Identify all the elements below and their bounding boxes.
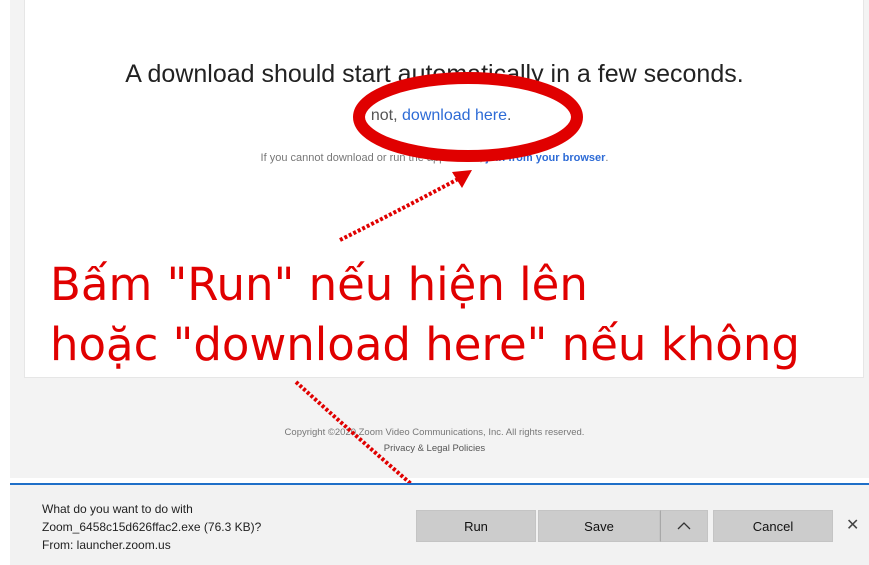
cancel-button[interactable]: Cancel [713, 510, 833, 542]
annotation-line-1: Bấm "Run" nếu hiện lên [50, 258, 588, 311]
download-bar: What do you want to do with Zoom_6458c15… [10, 483, 869, 565]
download-here-link[interactable]: download here [402, 107, 507, 124]
download-source: From: launcher.zoom.us [42, 538, 171, 552]
download-here-prefix: If not, [357, 107, 403, 124]
download-filename: Zoom_6458c15d626ffac2.exe (76.3 KB)? [42, 520, 262, 534]
chevron-up-icon [677, 522, 691, 530]
save-options-button[interactable] [660, 510, 708, 542]
download-question: What do you want to do with [42, 502, 193, 516]
page-headline: A download should start automatically in… [125, 60, 744, 88]
browser-join-prefix: If you cannot download or run the applic… [260, 152, 486, 164]
copyright-text: Copyright ©2020 Zoom Video Communication… [284, 427, 585, 438]
join-from-browser-link[interactable]: join from your browser [486, 152, 606, 164]
run-button[interactable]: Run [416, 510, 536, 542]
browser-join-suffix: . [605, 152, 609, 164]
download-here-line: If not, download here. [0, 107, 869, 125]
privacy-legal-link[interactable]: Privacy & Legal Policies [0, 443, 869, 454]
close-icon[interactable]: ✕ [846, 515, 859, 535]
browser-join-line: If you cannot download or run the applic… [0, 152, 869, 164]
save-button[interactable]: Save [538, 510, 660, 542]
download-prompt: What do you want to do with Zoom_6458c15… [42, 500, 261, 554]
annotation-line-2: hoặc "download here" nếu không [50, 318, 800, 371]
download-here-suffix: . [506, 107, 512, 124]
